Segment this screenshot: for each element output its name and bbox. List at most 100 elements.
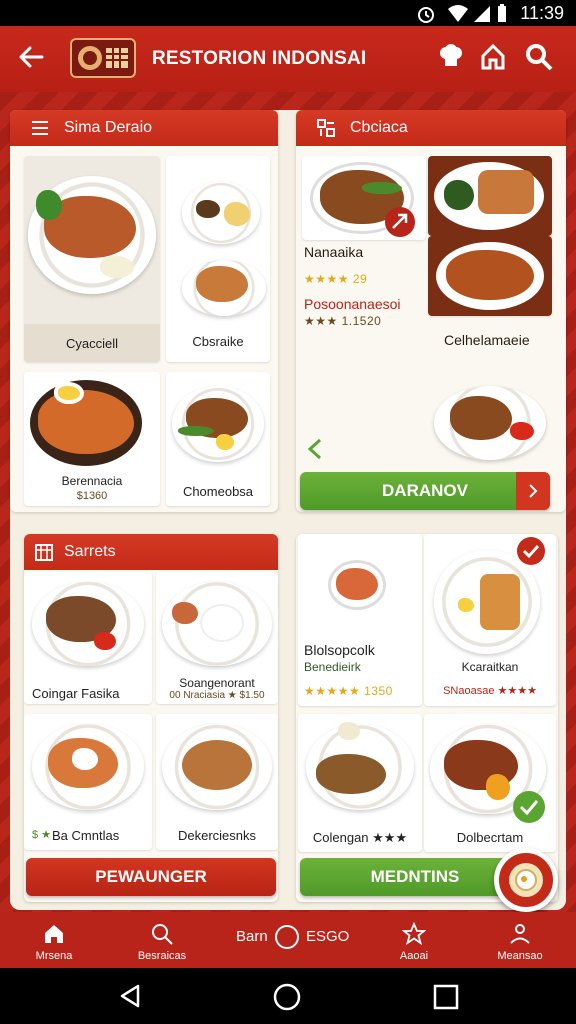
grid-icon[interactable] xyxy=(316,118,336,138)
card-bottom-right: Blolsopcolk Benedieirk ★★★★★ 1350 Kcarai… xyxy=(296,534,558,902)
caption-bar: Cyacciell xyxy=(24,324,160,362)
dish-rice xyxy=(224,202,250,226)
dish-rating: ★★★★★ 1350 xyxy=(304,684,393,698)
card-cbciaca: Cbciaca Nanaaika ★★★★ 29 Posoonanaesoi ★… xyxy=(296,110,566,512)
dish-egg xyxy=(54,382,84,404)
dish-tile[interactable]: $ ★ Ba Cmntlas xyxy=(24,714,152,850)
dish-meat xyxy=(480,574,520,630)
chevron-left-icon[interactable] xyxy=(304,436,326,462)
dish-fab-icon xyxy=(509,863,543,897)
dish-side xyxy=(486,774,510,800)
card-title: Sarrets xyxy=(64,543,116,560)
chef-hat-icon[interactable] xyxy=(436,42,466,72)
dish-caption: Berennacia xyxy=(61,474,123,488)
dish-tile[interactable]: Dekerciesnks xyxy=(156,714,278,850)
dish-sub: Benedieirk xyxy=(304,660,361,674)
dish-greens xyxy=(362,182,402,194)
dish-food xyxy=(450,396,512,440)
dish-sauce xyxy=(510,422,534,440)
profile-icon xyxy=(510,924,530,944)
card-sima-deraio: Sima Deraio Cyacciell Cbsraike Berennaci… xyxy=(10,110,278,512)
back-arrow-icon[interactable] xyxy=(14,40,48,74)
dish-tile[interactable]: Colengan ★★★ xyxy=(298,714,422,852)
nav-item-profile[interactable]: Meansao xyxy=(472,916,568,966)
recents-square-icon[interactable] xyxy=(432,983,460,1011)
dish-sauce xyxy=(196,200,220,218)
circle-icon xyxy=(275,925,299,949)
nav-label: Besraicas xyxy=(137,950,187,962)
card-header: Cbciaca xyxy=(296,110,566,146)
dish-tile[interactable]: Dolbecrtam xyxy=(424,714,556,852)
star-icon xyxy=(402,922,426,946)
dish-tile[interactable]: Berennacia $1360 xyxy=(24,372,160,506)
dish-greens xyxy=(444,180,474,210)
dish-meta: 00 Nraciasia ★ $1.50 xyxy=(169,690,265,701)
check-badge-icon[interactable] xyxy=(516,536,546,566)
daranov-button[interactable]: DARANOV xyxy=(300,472,550,510)
wifi-icon xyxy=(448,5,468,22)
status-time: 11:39 xyxy=(520,3,564,23)
card-title: Cbciaca xyxy=(350,119,408,136)
nav-item-favorites[interactable]: Aaoai xyxy=(366,916,462,966)
dish-curry xyxy=(38,390,134,454)
card-header: Sima Deraio xyxy=(10,110,278,146)
nav-center-status[interactable]: Barn ESGO xyxy=(232,922,352,952)
home-circle-icon[interactable] xyxy=(272,982,302,1012)
nav-item-home[interactable]: Mrsena xyxy=(6,916,102,966)
dish-photo[interactable] xyxy=(428,236,552,316)
dish-caption: Cbsraike xyxy=(192,334,244,349)
dish-caption: Colengan ★★★ xyxy=(312,830,408,845)
dish-rice xyxy=(72,748,98,770)
check-badge-icon[interactable] xyxy=(512,790,546,824)
floating-action-button[interactable] xyxy=(494,848,558,912)
bottom-navigation: Mrsena Besraicas Barn ESGO Aaoai Meansao xyxy=(0,912,576,968)
dish-caption: Blolsopcolk xyxy=(304,642,375,658)
dish-price: $1360 xyxy=(76,490,108,502)
item-promo: Posoonanaesoi xyxy=(304,296,401,312)
home-outline-icon[interactable] xyxy=(478,42,508,72)
dish-tile[interactable]: Blolsopcolk Benedieirk ★★★★★ 1350 xyxy=(298,534,422,706)
dish-caption: Coingar Fasika xyxy=(32,686,120,701)
item-name: Nanaaika xyxy=(304,244,364,260)
dish-caption: Chomeobsa xyxy=(182,484,254,499)
dish-tile[interactable]: Soangenorant 00 Nraciasia ★ $1.50 xyxy=(156,572,278,704)
dish-tile[interactable]: Cbsraike xyxy=(166,156,270,362)
dish-egg xyxy=(216,434,234,450)
calendar-icon[interactable] xyxy=(34,542,54,562)
home-icon xyxy=(45,925,63,943)
dish-caption: Dekerciesnks xyxy=(177,828,257,843)
dish-garnish xyxy=(36,190,62,220)
item-rating: ★★★★ 29 xyxy=(304,272,368,286)
status-bar: 11:39 xyxy=(0,0,576,26)
dish-egg xyxy=(454,594,478,616)
share-badge-icon[interactable] xyxy=(384,206,416,238)
chevron-right-icon xyxy=(529,484,538,498)
battery-icon xyxy=(498,4,506,22)
dish-sauce xyxy=(338,722,360,740)
center-right-label: ESGO xyxy=(306,928,350,945)
nav-item-search[interactable]: Besraicas xyxy=(114,916,210,966)
nav-label: Meansao xyxy=(497,950,543,962)
dish-photo[interactable] xyxy=(428,156,552,236)
search-icon xyxy=(152,924,173,945)
dish-caption: Ba Cmntlas xyxy=(52,828,120,843)
dish-rice xyxy=(182,740,252,790)
dish-rice xyxy=(202,606,242,640)
button-label: MEDNTINS xyxy=(370,867,460,886)
restaurant-logo xyxy=(70,38,136,78)
dish-caption: Kcaraitkan xyxy=(461,660,519,674)
pewaunger-button[interactable]: PEWAUNGER xyxy=(26,858,276,896)
signal-icon xyxy=(474,6,490,22)
dish-caption: Cyacciell xyxy=(65,336,118,351)
search-icon[interactable] xyxy=(524,42,554,72)
nav-label: Aaoai xyxy=(399,950,429,962)
app-bar: RESTORION INDONSAI xyxy=(0,26,576,92)
back-triangle-icon[interactable] xyxy=(116,982,144,1010)
dish-tile[interactable]: Chomeobsa xyxy=(166,372,270,506)
dish-tile[interactable]: Coingar Fasika xyxy=(24,572,152,704)
dish-tile[interactable]: Cyacciell xyxy=(24,156,160,362)
dish-caption: Soangenorant xyxy=(179,676,255,690)
menu-icon[interactable] xyxy=(30,118,50,138)
item-promo-meta: ★★★ 1.1520 xyxy=(304,314,382,328)
daranov-button-arrow[interactable] xyxy=(516,472,550,510)
